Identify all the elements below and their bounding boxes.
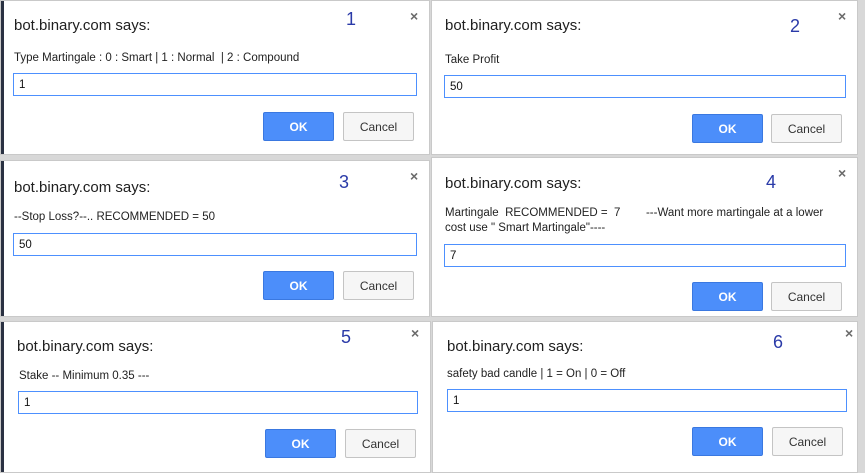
ok-button[interactable]: OK	[265, 429, 336, 458]
dialog-title: bot.binary.com says:	[14, 17, 151, 34]
dialog-4: bot.binary.com says: 4 × Martingale RECO…	[431, 157, 858, 317]
dialog-number-label: 1	[346, 9, 357, 29]
prompt-input[interactable]	[13, 73, 417, 96]
ok-button[interactable]: OK	[263, 271, 334, 300]
close-icon[interactable]: ×	[838, 8, 846, 24]
window-edge	[1, 161, 4, 316]
close-icon[interactable]: ×	[838, 165, 846, 181]
prompt-input[interactable]	[444, 75, 846, 98]
prompt-input[interactable]	[447, 389, 847, 412]
window-edge	[1, 322, 4, 472]
ok-button[interactable]: OK	[692, 427, 763, 456]
cancel-button[interactable]: Cancel	[772, 427, 843, 456]
prompt-input[interactable]	[18, 391, 418, 414]
prompt-input[interactable]	[13, 233, 417, 256]
ok-button[interactable]: OK	[692, 114, 763, 143]
cancel-button[interactable]: Cancel	[343, 271, 414, 300]
dialog-number-label: 4	[766, 172, 777, 192]
dialog-message: --Stop Loss?--.. RECOMMENDED = 50	[14, 211, 215, 223]
dialog-title: bot.binary.com says:	[14, 179, 151, 196]
cancel-button[interactable]: Cancel	[771, 114, 842, 143]
dialog-message: safety bad candle | 1 = On | 0 = Off	[447, 368, 626, 380]
cancel-button[interactable]: Cancel	[771, 282, 842, 311]
dialog-message: Stake -- Minimum 0.35 ---	[19, 370, 150, 382]
dialog-6: bot.binary.com says: 6 × safety bad cand…	[432, 321, 858, 473]
dialog-title: bot.binary.com says:	[17, 338, 154, 355]
dialog-number-label: 5	[341, 327, 352, 347]
dialog-number-label: 3	[339, 172, 350, 192]
dialog-number-label: 2	[790, 16, 801, 36]
close-icon[interactable]: ×	[410, 8, 418, 24]
close-icon[interactable]: ×	[845, 325, 853, 341]
dialog-message: Martingale RECOMMENDED = 7 ---Want more …	[445, 207, 824, 234]
window-edge	[1, 1, 4, 154]
dialog-message: Take Profit	[445, 54, 500, 66]
dialog-3: bot.binary.com says: 3 × --Stop Loss?--.…	[0, 160, 430, 317]
dialog-2: bot.binary.com says: 2 × Take Profit OK …	[431, 0, 858, 155]
prompt-input[interactable]	[444, 244, 846, 267]
dialog-title: bot.binary.com says:	[445, 17, 582, 34]
cancel-button[interactable]: Cancel	[345, 429, 416, 458]
close-icon[interactable]: ×	[411, 325, 419, 341]
dialog-title: bot.binary.com says:	[447, 338, 584, 355]
dialog-5: bot.binary.com says: 5 × Stake -- Minimu…	[0, 321, 431, 473]
close-icon[interactable]: ×	[410, 168, 418, 184]
ok-button[interactable]: OK	[692, 282, 763, 311]
dialog-1: bot.binary.com says: 1 × Type Martingale…	[0, 0, 430, 155]
dialog-title: bot.binary.com says:	[445, 175, 582, 192]
cancel-button[interactable]: Cancel	[343, 112, 414, 141]
ok-button[interactable]: OK	[263, 112, 334, 141]
dialog-number-label: 6	[773, 332, 784, 352]
dialog-message: Type Martingale : 0 : Smart | 1 : Normal…	[14, 52, 300, 64]
